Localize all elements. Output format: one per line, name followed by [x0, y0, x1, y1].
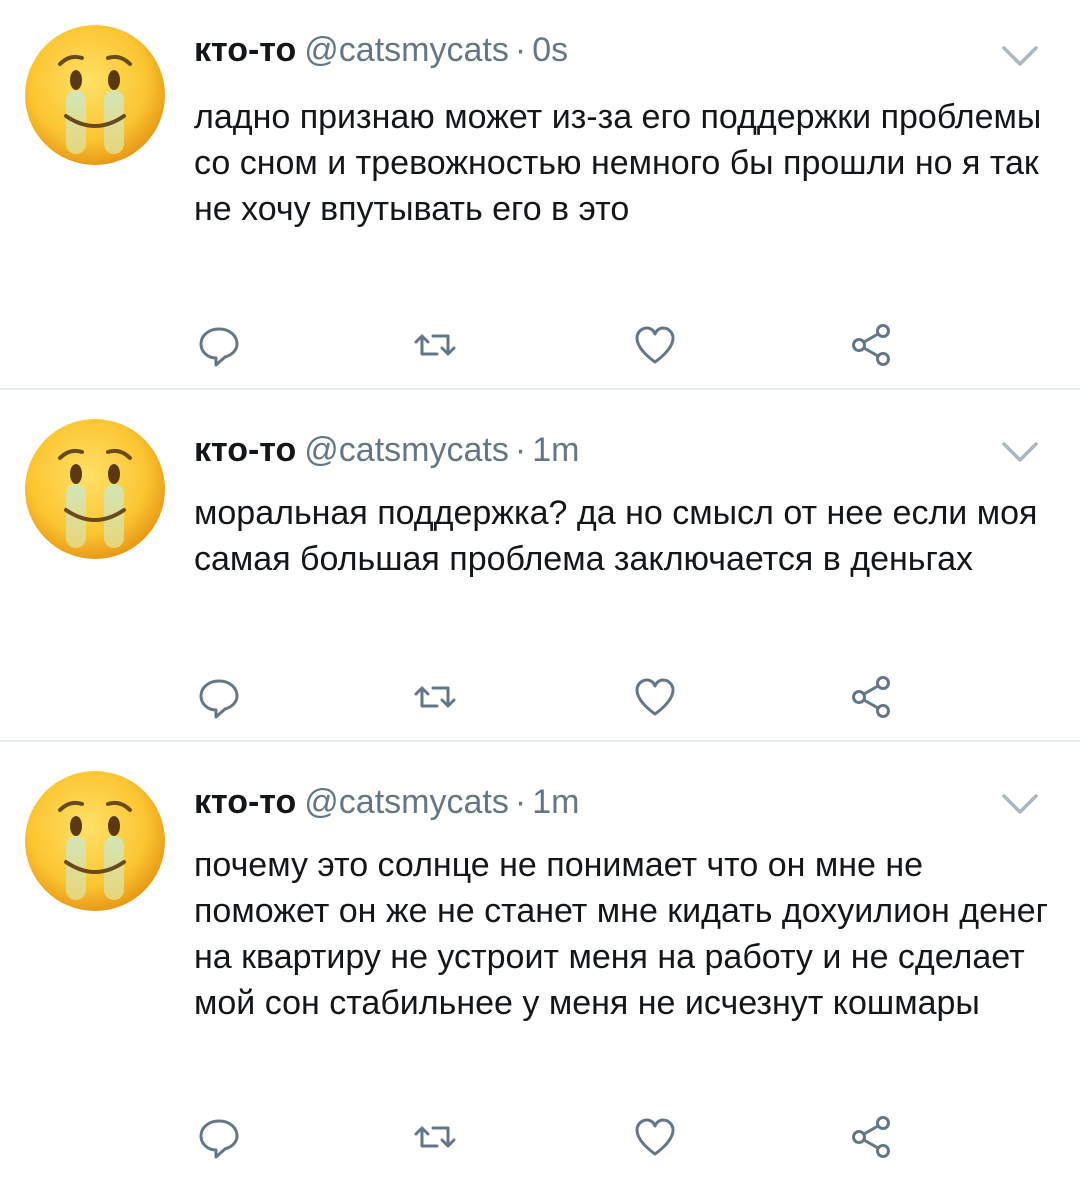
retweet-button[interactable] [410, 320, 460, 370]
share-button[interactable] [846, 320, 896, 370]
share-button[interactable] [846, 1112, 896, 1162]
retweet-icon [414, 334, 456, 356]
tweet-text: моральная поддержка? да но смысл от нее … [194, 494, 1038, 578]
heart-icon [635, 678, 675, 716]
retweet-icon [414, 686, 456, 708]
reply-icon [199, 1119, 239, 1159]
display-name[interactable]: кто-то [194, 31, 296, 69]
username-handle[interactable]: @catsmycats [304, 783, 509, 821]
like-button[interactable] [630, 672, 680, 722]
reply-button[interactable] [194, 320, 244, 370]
timestamp[interactable]: 1m [532, 783, 579, 821]
share-button[interactable] [846, 672, 896, 722]
avatar-crying-face-emoji-icon[interactable] [24, 418, 166, 560]
retweet-icon [414, 1126, 456, 1148]
reply-button[interactable] [194, 672, 244, 722]
separator-dot: · [514, 783, 527, 821]
avatar-crying-face-emoji-icon[interactable] [24, 24, 166, 166]
tweet-header: кто-то @catsmycats · 1m [194, 782, 579, 822]
chevron-down-icon[interactable] [1000, 438, 1040, 468]
share-icon [852, 676, 890, 718]
heart-icon [635, 326, 675, 364]
chevron-down-icon[interactable] [1000, 790, 1040, 820]
tweet[interactable]: кто-то @catsmycats · 1m моральная поддержка… [0, 390, 1080, 742]
tweet-actions [194, 1112, 894, 1162]
tweet-header: кто-то @catsmycats · 1m [194, 430, 579, 470]
display-name[interactable]: кто-то [194, 431, 296, 469]
display-name[interactable]: кто-то [194, 783, 296, 821]
avatar-crying-face-emoji-icon[interactable] [24, 770, 166, 912]
tweet-actions [194, 672, 894, 722]
separator-dot: · [514, 31, 527, 69]
share-icon [852, 1116, 890, 1158]
reply-icon [199, 679, 239, 719]
like-button[interactable] [630, 320, 680, 370]
timestamp[interactable]: 0s [532, 31, 568, 69]
timestamp[interactable]: 1m [532, 431, 579, 469]
timeline-feed: кто-то @catsmycats · 0s ладно признаю может… [0, 0, 1080, 1178]
tweet[interactable]: кто-то @catsmycats · 0s ладно признаю может… [0, 0, 1080, 390]
tweet-actions [194, 320, 894, 370]
heart-icon [635, 1118, 675, 1156]
username-handle[interactable]: @catsmycats [304, 431, 509, 469]
tweet-text: ладно признаю может из-за его поддержки … [194, 98, 1042, 228]
separator-dot: · [514, 431, 527, 469]
username-handle[interactable]: @catsmycats [304, 31, 509, 69]
retweet-button[interactable] [410, 672, 460, 722]
like-button[interactable] [630, 1112, 680, 1162]
chevron-down-icon[interactable] [1000, 42, 1040, 72]
tweet-header: кто-то @catsmycats · 0s [194, 30, 568, 70]
reply-icon [199, 327, 239, 367]
share-icon [852, 324, 890, 366]
reply-button[interactable] [194, 1112, 244, 1162]
tweet-text: почему это солнце не понимает что он мне… [194, 846, 1049, 1022]
tweet[interactable]: кто-то @catsmycats · 1m почему это солнце н… [0, 742, 1080, 1178]
retweet-button[interactable] [410, 1112, 460, 1162]
